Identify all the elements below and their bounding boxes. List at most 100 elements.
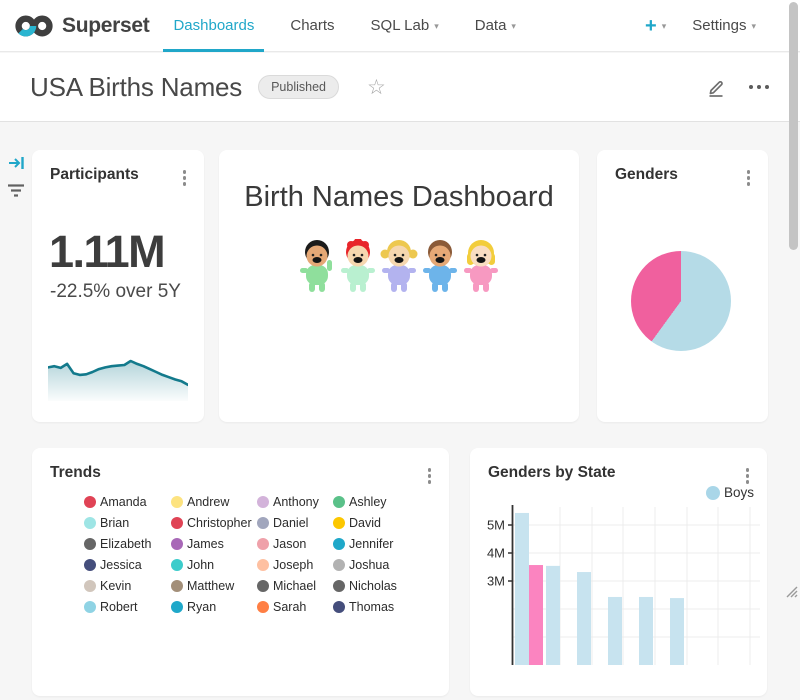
legend-dot-icon [84,580,96,592]
participants-sparkline-chart [48,343,188,406]
legend-label: Andrew [187,495,229,509]
boys-legend-item[interactable]: Boys [706,485,754,500]
child-purple-pigtails-icon [380,239,418,295]
new-item-button[interactable]: + ▾ [645,16,666,36]
legend-item-jessica[interactable]: Jessica [84,558,171,572]
legend-item-daniel[interactable]: Daniel [257,516,333,530]
legend-dot-icon [333,538,345,550]
legend-item-christopher[interactable]: Christopher [171,516,257,530]
child-blue-brown-hair-icon [421,239,459,295]
legend-dot-icon [84,538,96,550]
card-trends: Trends AmandaAndrewAnthonyAshleyBrianChr… [32,448,449,696]
expand-filter-bar-icon[interactable] [8,155,26,171]
legend-label: Joshua [349,558,389,572]
legend-dot-icon [257,559,269,571]
nav-item-dashboards[interactable]: Dashboards [173,0,254,52]
chevron-down-icon: ▾ [511,21,516,32]
legend-item-ashley[interactable]: Ashley [333,495,449,509]
favorite-star-icon[interactable]: ☆ [367,77,386,98]
legend-item-joshua[interactable]: Joshua [333,558,449,572]
card-participants: Participants 1.11M -22.5% over 5Y [32,150,204,422]
legend-dot-icon [333,580,345,592]
legend-item-brian[interactable]: Brian [84,516,171,530]
big-number-value: 1.11M [49,226,204,278]
brand-name: Superset [62,14,149,38]
card-title: Participants [50,166,139,184]
resize-handle-icon[interactable] [784,584,798,598]
y-axis-tick-label: 3M [487,574,505,589]
legend-dot-icon [171,517,183,529]
legend-item-elizabeth[interactable]: Elizabeth [84,537,171,551]
child-mint-red-hair-icon [339,239,377,295]
legend-dot-icon [171,559,183,571]
legend-item-robert[interactable]: Robert [84,600,171,614]
legend-dot-icon [257,580,269,592]
edit-pencil-icon[interactable] [705,76,727,98]
legend-dot-icon [84,517,96,529]
chevron-down-icon: ▾ [751,21,756,32]
bar-boys [608,597,622,665]
top-navbar: Superset DashboardsChartsSQL Lab▾Data▾ +… [0,0,800,52]
legend-item-ryan[interactable]: Ryan [171,600,257,614]
settings-label: Settings [692,17,746,34]
header-actions [705,76,773,98]
bar-boys [546,566,560,665]
legend-item-jennifer[interactable]: Jennifer [333,537,449,551]
legend-item-david[interactable]: David [333,516,449,530]
legend-item-thomas[interactable]: Thomas [333,600,449,614]
kebab-menu-icon[interactable] [741,166,757,190]
superset-logo[interactable]: Superset [14,12,149,40]
legend-dot-icon [171,496,183,508]
nav-item-label: SQL Lab [371,17,430,34]
legend-item-jason[interactable]: Jason [257,537,333,551]
filter-funnel-icon[interactable] [6,183,26,198]
legend-label: Daniel [273,516,308,530]
legend-item-andrew[interactable]: Andrew [171,495,257,509]
legend-label: Michael [273,579,316,593]
legend-item-matthew[interactable]: Matthew [171,579,257,593]
legend-label: David [349,516,381,530]
kebab-menu-icon[interactable] [740,464,756,488]
more-actions-icon[interactable] [745,81,773,93]
nav-item-label: Charts [290,17,334,34]
legend-label: Amanda [100,495,147,509]
nav-item-data[interactable]: Data▾ [475,0,516,52]
legend-item-sarah[interactable]: Sarah [257,600,333,614]
legend-item-kevin[interactable]: Kevin [84,579,171,593]
legend-item-michael[interactable]: Michael [257,579,333,593]
legend-label: Thomas [349,600,394,614]
legend-label: Robert [100,600,138,614]
legend-dot-icon [333,601,345,613]
legend-dot-icon [171,580,183,592]
trends-legend: Amanda Andrew AnthonyAshley Brian Christophe… [84,495,449,614]
settings-menu[interactable]: Settings ▾ [692,17,756,34]
bar-girls [529,565,543,665]
legend-item-joseph[interactable]: Joseph [257,558,333,572]
y-axis-tick-label: 5M [487,518,505,533]
legend-dot-icon [171,538,183,550]
legend-label: Sarah [273,600,306,614]
page-title: USA Births Names [30,72,242,103]
legend-label: Brian [100,516,129,530]
bar-boys [515,513,529,665]
legend-label: John [187,558,214,572]
legend-item-nicholas[interactable]: Nicholas [333,579,449,593]
nav-item-charts[interactable]: Charts [290,0,334,52]
legend-item-anthony[interactable]: Anthony [257,495,333,509]
legend-label: Christopher [187,516,252,530]
dashboard-header: USA Births Names Published ☆ [0,53,800,122]
child-green-black-hair-icon [298,239,336,295]
legend-item-james[interactable]: James [171,537,257,551]
published-badge[interactable]: Published [258,75,339,99]
bar-boys [577,572,591,665]
kebab-menu-icon[interactable] [177,166,193,190]
bar-boys [639,597,653,665]
vertical-scrollbar[interactable] [789,2,798,250]
legend-item-amanda[interactable]: Amanda [84,495,171,509]
kebab-menu-icon[interactable] [422,464,438,488]
nav-item-sql-lab[interactable]: SQL Lab▾ [371,0,439,52]
big-number-subheader: -22.5% over 5Y [50,281,204,303]
legend-item-john[interactable]: John [171,558,257,572]
legend-label: Matthew [187,579,234,593]
card-genders-by-state: Genders by State Boys 5M4M3M [470,448,767,696]
